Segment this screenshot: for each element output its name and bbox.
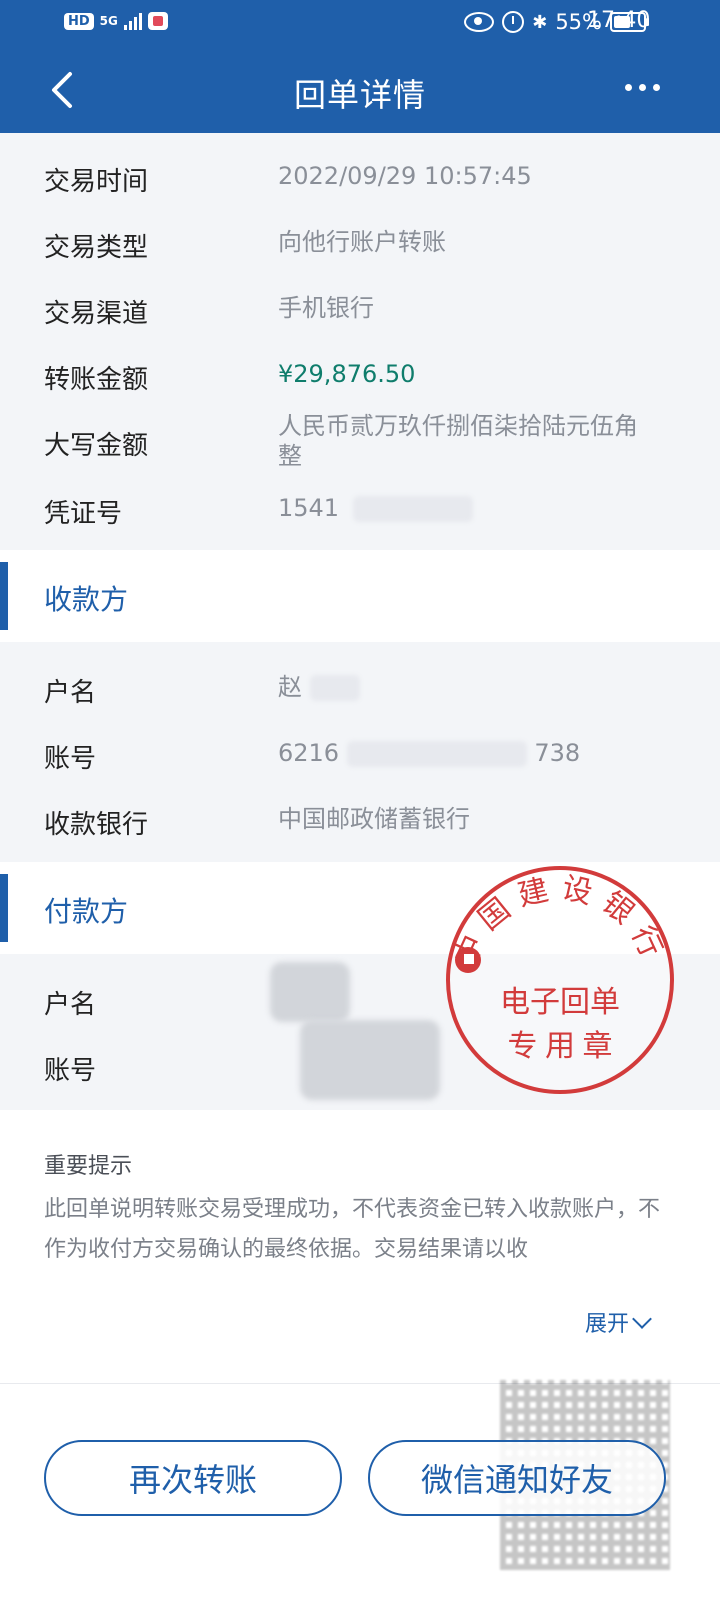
redacted-scribble <box>270 962 350 1022</box>
section-title-payee: 收款方 <box>44 583 129 616</box>
section-accent-bar <box>0 874 8 942</box>
notice-title: 重要提示 <box>44 1154 133 1179</box>
notify-wechat-friend-button[interactable]: 微信通知好友 <box>368 1440 666 1516</box>
nav-bar: 回单详情 <box>0 50 720 133</box>
detail-value: 向他行账户转账 <box>278 228 446 256</box>
detail-label: 凭证号 <box>44 499 123 529</box>
amount-in-words: 人民币贰万玖仟捌佰柒拾陆元伍角整 <box>278 412 638 470</box>
voucher-number: 1541 <box>278 494 340 522</box>
detail-label: 账号 <box>44 1056 97 1086</box>
detail-label: 户名 <box>44 678 97 708</box>
seal-line-1: 电子回单 <box>500 986 620 1019</box>
more-options-icon[interactable] <box>625 84 660 91</box>
expand-button[interactable]: 展开 <box>585 1306 652 1338</box>
notice-text: 此回单说明转账交易受理成功，不代表资金已转入收款账户，不作为收付方交易确认的最终… <box>44 1197 661 1262</box>
section-accent-bar <box>0 562 8 630</box>
voucher-value: 1541 <box>278 493 668 523</box>
payee-name: 赵 <box>278 673 302 701</box>
payee-name-value: 赵 <box>278 672 668 702</box>
redacted-mask <box>352 496 473 522</box>
detail-value: 2022/09/29 10:57:45 <box>278 162 532 190</box>
detail-value: 手机银行 <box>278 294 374 322</box>
status-left: HD 5G <box>64 12 168 30</box>
notification-app-icon <box>147 12 168 30</box>
detail-label: 户名 <box>44 990 97 1020</box>
transfer-again-button[interactable]: 再次转账 <box>44 1440 342 1516</box>
seal-line-2: 专 用 章 <box>508 1030 613 1063</box>
payee-account-value: 6216 738 <box>278 738 668 768</box>
detail-label: 交易类型 <box>44 233 149 263</box>
detail-label: 收款银行 <box>44 810 149 840</box>
redacted-scribble <box>300 1020 440 1100</box>
payee-details: 户名 赵 账号 6216 738 收款银行 中国邮政储蓄银行 <box>0 642 720 862</box>
account-suffix: 738 <box>534 739 581 767</box>
signal-icon <box>123 12 142 30</box>
alarm-icon <box>502 11 525 33</box>
transaction-details: 交易时间 2022/09/29 10:57:45 交易类型 向他行账户转账 交易… <box>0 133 720 550</box>
clock: 17:40 <box>587 8 651 33</box>
network-indicator: 5G <box>99 14 118 28</box>
account-prefix: 6216 <box>278 739 340 767</box>
detail-label: 转账金额 <box>44 365 149 395</box>
detail-label: 账号 <box>44 744 97 774</box>
transfer-amount: ¥29,876.50 <box>278 360 416 388</box>
app-header: HD 5G ✱ 55% 17:40 回单详情 <box>0 0 720 133</box>
expand-label: 展开 <box>585 1312 630 1337</box>
detail-label: 大写金额 <box>44 431 149 461</box>
payee-bank: 中国邮政储蓄银行 <box>278 805 470 833</box>
payee-section-header: 收款方 <box>0 550 720 642</box>
bluetooth-icon: ✱ <box>532 11 548 33</box>
electronic-seal-stamp: 中国建设银行 电子回单 专 用 章 <box>446 866 674 1094</box>
chevron-down-icon <box>632 1309 652 1329</box>
redacted-mask <box>309 675 360 701</box>
hd-indicator: HD <box>64 12 94 30</box>
redacted-mask <box>346 741 527 767</box>
page-title: 回单详情 <box>293 76 426 114</box>
detail-label: 交易渠道 <box>44 299 149 329</box>
eye-icon <box>464 12 495 32</box>
detail-label: 交易时间 <box>44 167 149 197</box>
ccb-logo-icon <box>455 947 481 973</box>
status-bar: HD 5G ✱ 55% 17:40 <box>0 0 720 50</box>
section-title-payer: 付款方 <box>44 895 129 928</box>
